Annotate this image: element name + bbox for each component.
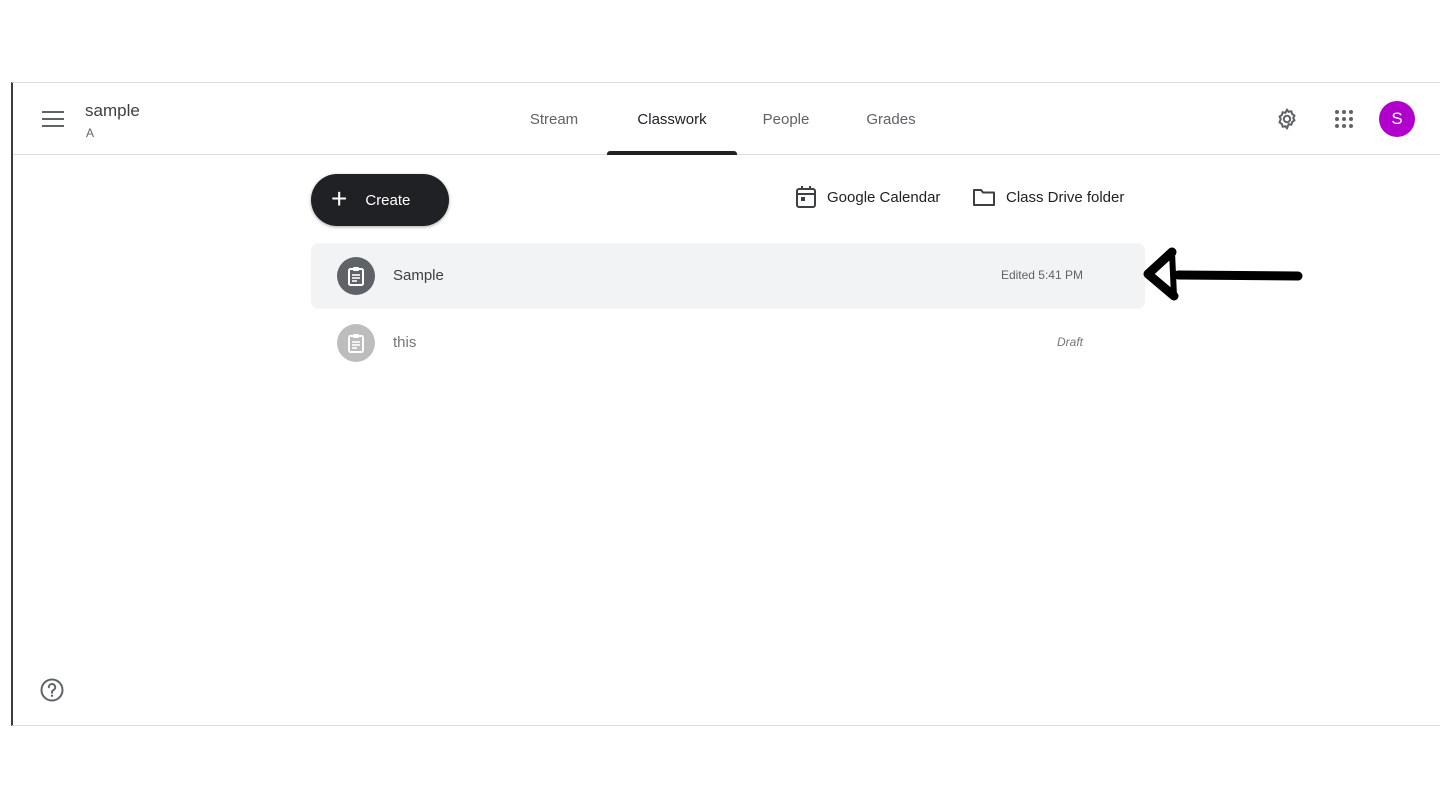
top-app-bar: sample A Stream Classwork People Grades [13, 83, 1440, 155]
apps-button[interactable] [1330, 105, 1358, 133]
classwork-item-meta: Draft [1056, 335, 1083, 349]
help-button[interactable] [39, 677, 65, 703]
tab-classwork[interactable]: Classwork [607, 83, 737, 155]
classwork-item-sample[interactable]: Sample Edited 5:41 PM [311, 243, 1145, 309]
create-button-label: Create [365, 191, 411, 209]
create-button[interactable]: + Create [311, 174, 449, 226]
classwork-item-title: this [393, 334, 417, 351]
classwork-item-this[interactable]: this Draft [311, 310, 1145, 376]
apps-grid-icon [1335, 110, 1353, 128]
annotation-arrow-icon [1143, 247, 1303, 301]
tab-stream[interactable]: Stream [513, 83, 595, 155]
class-drive-folder-link[interactable]: Class Drive folder [972, 183, 1124, 211]
account-avatar[interactable]: S [1379, 101, 1415, 137]
class-tabs: Stream Classwork People Grades [13, 83, 1440, 155]
help-icon [40, 678, 64, 702]
google-calendar-link[interactable]: Google Calendar [795, 183, 940, 211]
class-drive-folder-label: Class Drive folder [1006, 188, 1125, 206]
settings-button[interactable] [1273, 105, 1301, 133]
classwork-item-title: Sample [393, 267, 444, 284]
classroom-window: sample A Stream Classwork People Grades [11, 82, 1440, 726]
tab-grades[interactable]: Grades [851, 83, 931, 155]
folder-icon [973, 189, 995, 206]
classwork-item-meta: Edited 5:41 PM [1000, 268, 1083, 282]
calendar-icon [796, 186, 816, 208]
tab-people[interactable]: People [749, 83, 823, 155]
assignment-icon [337, 257, 375, 295]
gear-icon [1278, 108, 1296, 130]
assignment-icon [337, 324, 375, 362]
google-calendar-label: Google Calendar [827, 188, 941, 206]
plus-icon: + [331, 183, 348, 214]
